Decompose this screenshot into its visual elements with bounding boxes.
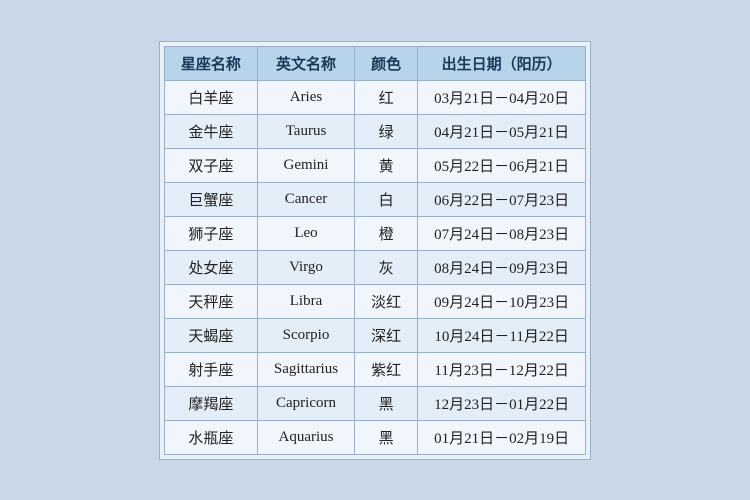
cell-row9-col1: Capricorn — [257, 386, 354, 420]
cell-row8-col1: Sagittarius — [257, 352, 354, 386]
cell-row6-col2: 淡红 — [355, 284, 418, 318]
cell-row3-col2: 白 — [355, 182, 418, 216]
header-col-2: 颜色 — [355, 46, 418, 80]
cell-row4-col2: 橙 — [355, 216, 418, 250]
cell-row0-col1: Aries — [257, 80, 354, 114]
cell-row4-col0: 狮子座 — [164, 216, 257, 250]
table-row: 双子座Gemini黄05月22日－06月21日 — [164, 148, 585, 182]
cell-row9-col3: 12月23日－01月22日 — [418, 386, 586, 420]
cell-row3-col0: 巨蟹座 — [164, 182, 257, 216]
cell-row6-col3: 09月24日－10月23日 — [418, 284, 586, 318]
cell-row5-col0: 处女座 — [164, 250, 257, 284]
table-row: 金牛座Taurus绿04月21日－05月21日 — [164, 114, 585, 148]
table-row: 天蝎座Scorpio深红10月24日－11月22日 — [164, 318, 585, 352]
cell-row0-col3: 03月21日－04月20日 — [418, 80, 586, 114]
table-header-row: 星座名称英文名称颜色出生日期（阳历） — [164, 46, 585, 80]
cell-row10-col1: Aquarius — [257, 420, 354, 454]
zodiac-table: 星座名称英文名称颜色出生日期（阳历） 白羊座Aries红03月21日－04月20… — [164, 46, 586, 455]
table-row: 天秤座Libra淡红09月24日－10月23日 — [164, 284, 585, 318]
cell-row1-col1: Taurus — [257, 114, 354, 148]
cell-row10-col3: 01月21日－02月19日 — [418, 420, 586, 454]
cell-row2-col3: 05月22日－06月21日 — [418, 148, 586, 182]
cell-row5-col3: 08月24日－09月23日 — [418, 250, 586, 284]
cell-row2-col2: 黄 — [355, 148, 418, 182]
cell-row7-col2: 深红 — [355, 318, 418, 352]
table-row: 摩羯座Capricorn黑12月23日－01月22日 — [164, 386, 585, 420]
cell-row4-col1: Leo — [257, 216, 354, 250]
header-col-1: 英文名称 — [257, 46, 354, 80]
zodiac-table-container: 星座名称英文名称颜色出生日期（阳历） 白羊座Aries红03月21日－04月20… — [159, 41, 591, 460]
cell-row7-col3: 10月24日－11月22日 — [418, 318, 586, 352]
cell-row1-col2: 绿 — [355, 114, 418, 148]
cell-row10-col0: 水瓶座 — [164, 420, 257, 454]
cell-row8-col0: 射手座 — [164, 352, 257, 386]
cell-row8-col3: 11月23日－12月22日 — [418, 352, 586, 386]
cell-row3-col3: 06月22日－07月23日 — [418, 182, 586, 216]
cell-row0-col2: 红 — [355, 80, 418, 114]
cell-row5-col2: 灰 — [355, 250, 418, 284]
cell-row7-col1: Scorpio — [257, 318, 354, 352]
table-row: 巨蟹座Cancer白06月22日－07月23日 — [164, 182, 585, 216]
table-row: 处女座Virgo灰08月24日－09月23日 — [164, 250, 585, 284]
cell-row1-col3: 04月21日－05月21日 — [418, 114, 586, 148]
cell-row1-col0: 金牛座 — [164, 114, 257, 148]
table-row: 狮子座Leo橙07月24日－08月23日 — [164, 216, 585, 250]
cell-row6-col0: 天秤座 — [164, 284, 257, 318]
cell-row5-col1: Virgo — [257, 250, 354, 284]
cell-row10-col2: 黑 — [355, 420, 418, 454]
cell-row2-col1: Gemini — [257, 148, 354, 182]
header-col-0: 星座名称 — [164, 46, 257, 80]
table-row: 白羊座Aries红03月21日－04月20日 — [164, 80, 585, 114]
cell-row8-col2: 紫红 — [355, 352, 418, 386]
table-row: 水瓶座Aquarius黑01月21日－02月19日 — [164, 420, 585, 454]
table-row: 射手座Sagittarius紫红11月23日－12月22日 — [164, 352, 585, 386]
cell-row4-col3: 07月24日－08月23日 — [418, 216, 586, 250]
header-col-3: 出生日期（阳历） — [418, 46, 586, 80]
cell-row7-col0: 天蝎座 — [164, 318, 257, 352]
cell-row6-col1: Libra — [257, 284, 354, 318]
cell-row3-col1: Cancer — [257, 182, 354, 216]
cell-row9-col2: 黑 — [355, 386, 418, 420]
cell-row2-col0: 双子座 — [164, 148, 257, 182]
cell-row9-col0: 摩羯座 — [164, 386, 257, 420]
cell-row0-col0: 白羊座 — [164, 80, 257, 114]
